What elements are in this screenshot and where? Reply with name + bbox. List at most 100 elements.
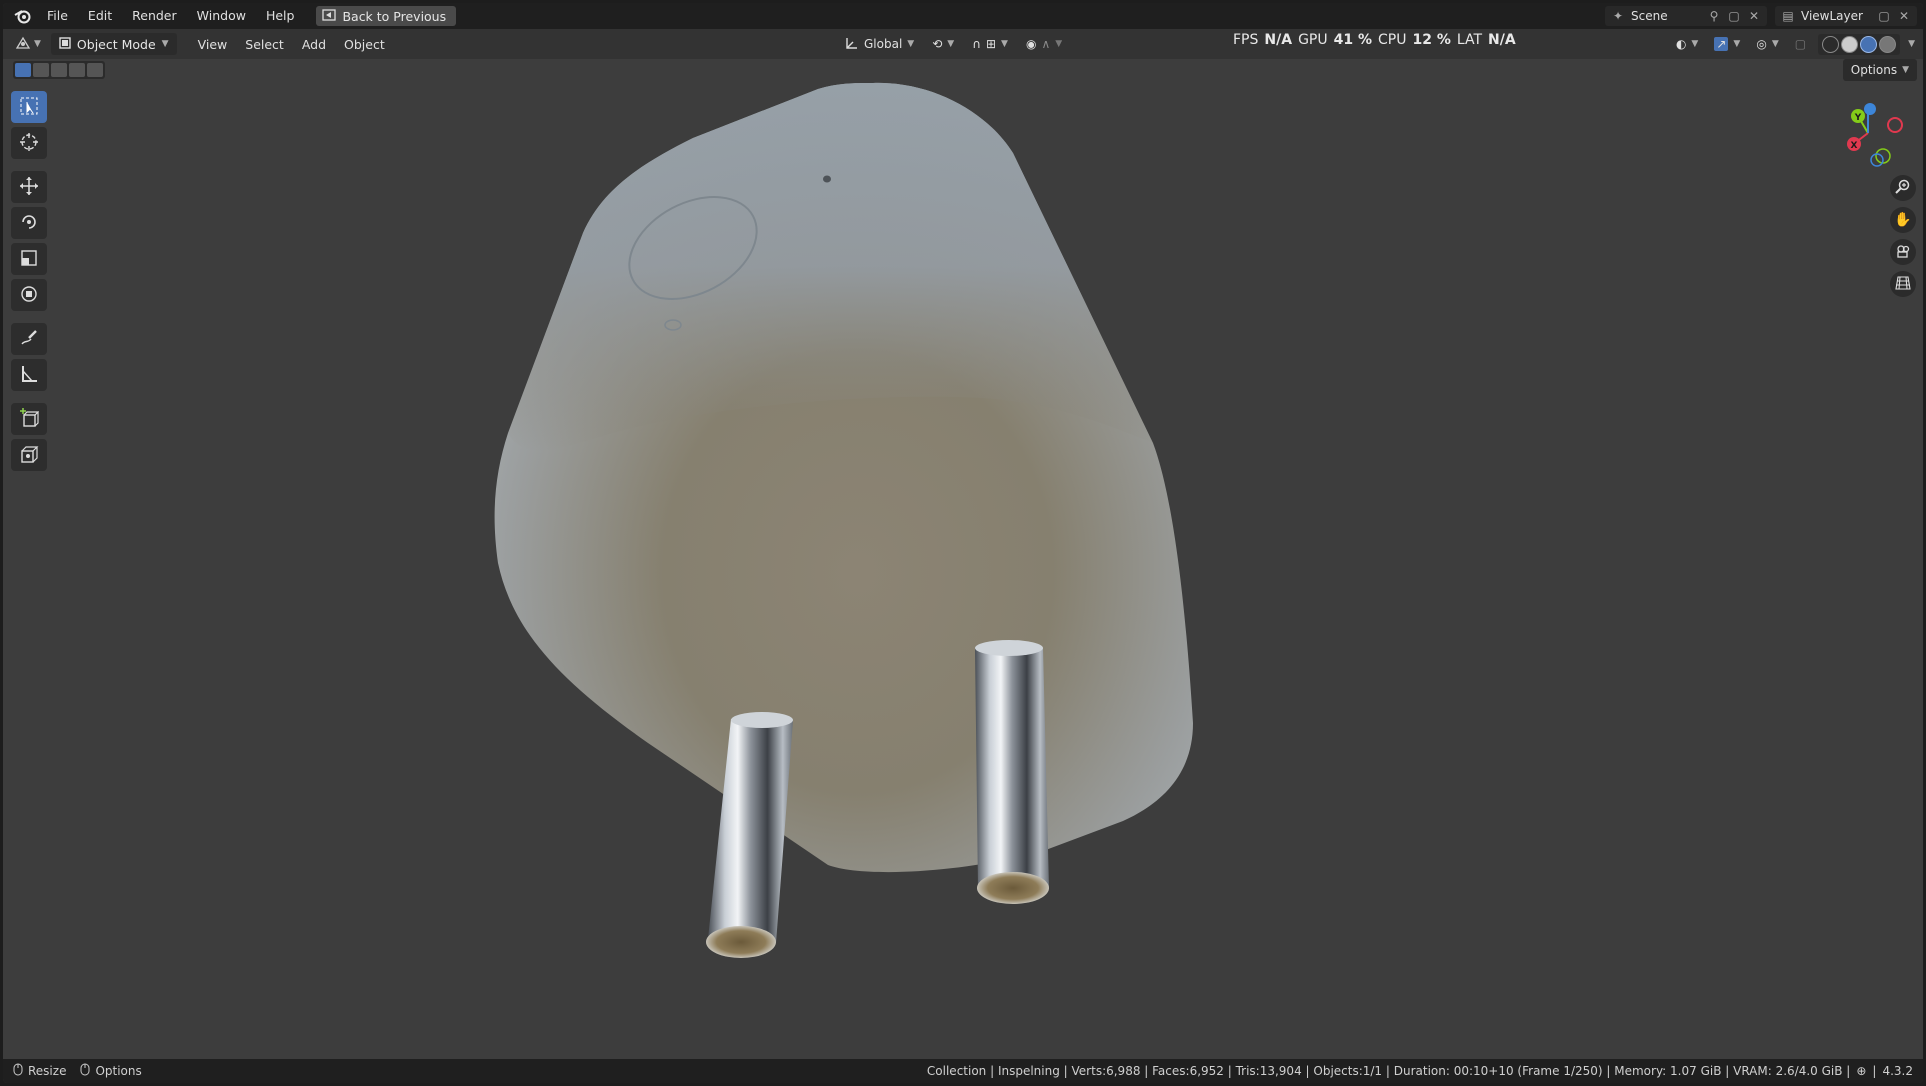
cursor-tool[interactable] (11, 127, 47, 159)
select-intersect-icon[interactable] (87, 63, 103, 77)
delete-scene-icon[interactable]: ✕ (1747, 9, 1761, 23)
plug-pin-right[interactable] (975, 640, 1049, 904)
select-subtract-icon[interactable] (51, 63, 67, 77)
new-viewlayer-icon[interactable]: ▢ (1877, 9, 1891, 23)
mouse-icon (13, 1063, 23, 1079)
material-preview-shading-icon[interactable] (1860, 35, 1878, 53)
menu-view[interactable]: View (189, 37, 237, 52)
overlays-icon: ◎ (1756, 37, 1767, 51)
viewport-3d[interactable] (3, 3, 1923, 1063)
axis-x-label: X (1851, 141, 1858, 151)
select-box-tool[interactable] (11, 91, 47, 123)
cube-extrude-icon (19, 444, 39, 467)
plug-body[interactable] (494, 82, 1194, 873)
magnet-icon: ∩ (972, 37, 981, 51)
scene-viewlayer-area: ✦ Scene ⚲ ▢ ✕ ▤ ViewLayer ▢ ✕ (1605, 6, 1917, 26)
fps-label: FPS (1233, 32, 1259, 48)
axis-neg-x-circle[interactable] (1887, 117, 1903, 133)
cpu-label: CPU (1378, 32, 1407, 48)
measure-tool[interactable] (11, 359, 47, 391)
viewlayer-selector[interactable]: ▤ ViewLayer ▢ ✕ (1775, 6, 1917, 26)
axis-z-circle[interactable] (1864, 103, 1876, 115)
menu-select[interactable]: Select (236, 37, 293, 52)
proportional-edit-toggle[interactable]: ◉ ∧ ▼ (1022, 33, 1066, 55)
overlays-toggle[interactable]: ◎ ▼ (1752, 33, 1782, 55)
chevron-down-icon: ▼ (1001, 39, 1008, 49)
zoom-button[interactable] (1890, 175, 1916, 201)
orientation-label: Global (864, 37, 903, 51)
separator: | (1872, 1064, 1877, 1078)
resize-hint: Resize (13, 1063, 66, 1079)
indicator-dot (823, 175, 831, 183)
options-dropdown[interactable]: Options ▼ (1842, 59, 1917, 81)
chevron-down-icon[interactable]: ▼ (1908, 39, 1915, 49)
camera-view-button[interactable] (1890, 239, 1916, 265)
pin-icon[interactable]: ⚲ (1707, 9, 1721, 23)
visibility-select[interactable]: ◐ ▼ (1672, 33, 1702, 55)
extrude-tool[interactable] (11, 439, 47, 471)
scene-selector[interactable]: ✦ Scene ⚲ ▢ ✕ (1605, 6, 1767, 26)
axis-y-label: Y (1854, 113, 1862, 123)
orientation-select[interactable]: Global ▼ (841, 33, 918, 55)
3d-viewport-icon (15, 36, 31, 53)
add-cube-tool[interactable] (11, 403, 47, 435)
gpu-label: GPU (1298, 32, 1328, 48)
rotate-tool[interactable] (11, 207, 47, 239)
pan-button[interactable]: ✋ (1890, 207, 1916, 233)
back-to-previous-button[interactable]: Back to Previous (316, 6, 457, 26)
object-mode-select[interactable]: Object Mode ▼ (50, 33, 177, 55)
chevron-down-icon: ▼ (947, 39, 955, 49)
options-label: Options (1850, 63, 1898, 77)
navigation-buttons: ✋ (1890, 175, 1916, 297)
menu-render[interactable]: Render (122, 3, 187, 29)
cpu-value: 12 % (1412, 32, 1451, 48)
select-extend-icon[interactable] (33, 63, 49, 77)
scene-statistics: Collection | Inspelning | Verts:6,988 | … (927, 1064, 1913, 1078)
viewport-display-tools: ◐ ▼ ↗ ▼ ◎ ▼ ▢ ▼ (1672, 33, 1915, 55)
hand-icon: ✋ (1894, 212, 1912, 228)
solid-shading-icon[interactable] (1841, 35, 1859, 53)
pivot-point-select[interactable]: ⟲ ▼ (928, 33, 958, 55)
add-cube-icon (19, 407, 40, 431)
menu-object[interactable]: Object (335, 37, 394, 52)
navigation-gizmo[interactable]: Y X (1833, 98, 1903, 168)
scale-tool[interactable] (11, 243, 47, 275)
magnifier-icon (1895, 179, 1911, 198)
screen-back-icon (322, 8, 337, 24)
delete-viewlayer-icon[interactable]: ✕ (1897, 9, 1911, 23)
menu-window[interactable]: Window (187, 3, 256, 29)
chevron-down-icon: ▼ (161, 39, 169, 49)
select-new-icon[interactable] (15, 63, 31, 77)
transform-tool[interactable] (11, 279, 47, 311)
cursor-select-icon (19, 96, 39, 119)
mouse-icon (80, 1063, 90, 1079)
ruler-icon (19, 364, 39, 387)
wireframe-shading-icon[interactable] (1822, 35, 1840, 53)
back-to-previous-label: Back to Previous (342, 8, 447, 24)
resize-label: Resize (28, 1064, 67, 1078)
move-arrows-icon (19, 176, 39, 199)
rotate-icon (19, 212, 39, 235)
menu-add[interactable]: Add (293, 37, 335, 52)
chevron-down-icon: ▼ (1691, 39, 1699, 49)
new-scene-icon[interactable]: ▢ (1727, 9, 1741, 23)
select-invert-icon[interactable] (69, 63, 85, 77)
eye-icon: ◐ (1675, 37, 1687, 51)
xray-toggle[interactable]: ▢ (1791, 33, 1810, 55)
gizmo-toggle[interactable]: ↗ ▼ (1710, 33, 1744, 55)
gpu-value: 41 % (1333, 32, 1372, 48)
menu-help[interactable]: Help (256, 3, 305, 29)
3d-cursor-icon (19, 132, 39, 155)
snap-toggle[interactable]: ∩ ⊞ ▼ (968, 33, 1012, 55)
chevron-down-icon: ▼ (1771, 39, 1779, 49)
chevron-down-icon: ▼ (1902, 65, 1909, 75)
proportional-edit-icon: ◉ (1025, 37, 1037, 51)
blender-logo-icon[interactable] (9, 3, 37, 29)
menu-file[interactable]: File (37, 3, 78, 29)
menu-edit[interactable]: Edit (78, 3, 122, 29)
perspective-toggle-button[interactable] (1890, 271, 1916, 297)
move-tool[interactable] (11, 171, 47, 203)
annotate-tool[interactable] (11, 323, 47, 355)
editor-type-selector[interactable]: ▼ (15, 36, 41, 53)
rendered-shading-icon[interactable] (1879, 35, 1897, 53)
